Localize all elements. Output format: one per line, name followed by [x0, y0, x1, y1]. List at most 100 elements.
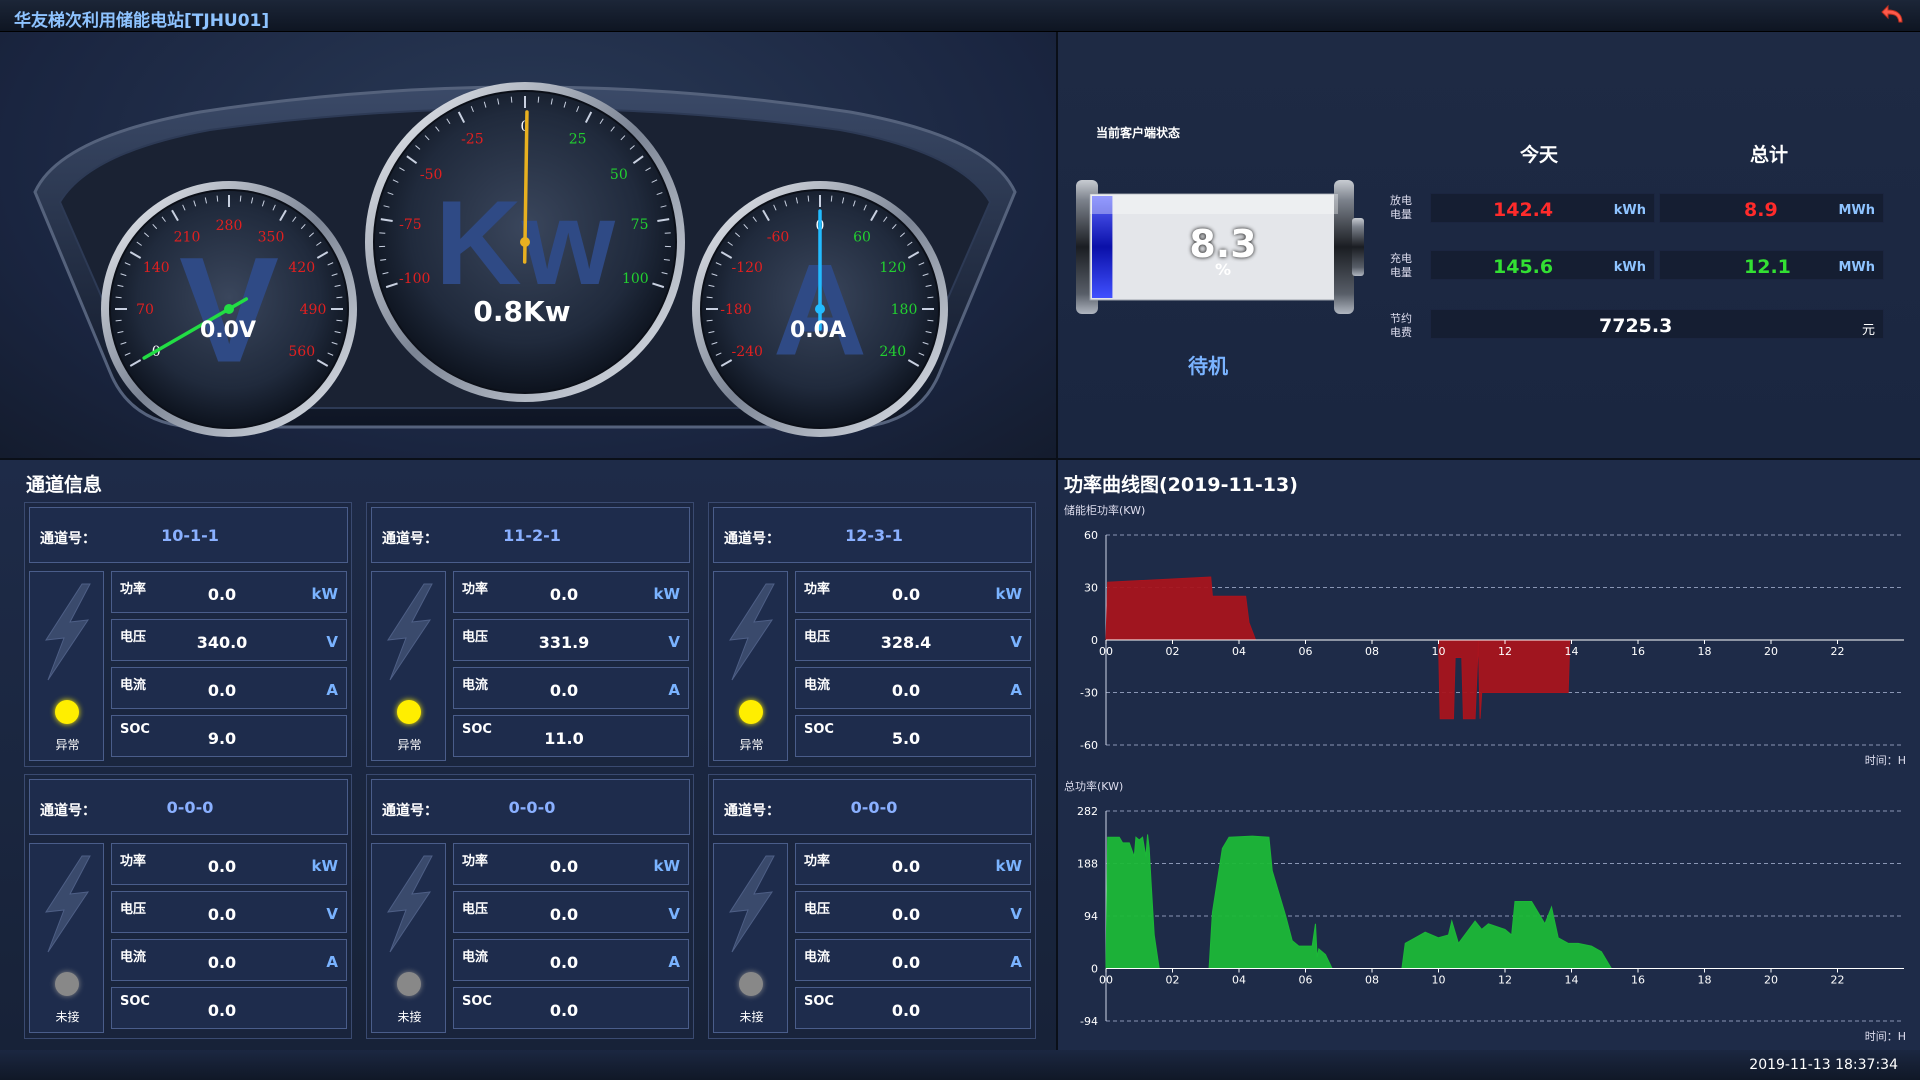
power-gauge-tick-label: -25	[461, 132, 484, 148]
channel-current-label: 电流	[804, 950, 831, 965]
channel-number-value: 10-1-1	[161, 526, 219, 545]
discharge-total-box: 8.9 MWh	[1659, 193, 1884, 223]
chart2-xtick-label: 20	[1764, 974, 1778, 987]
channel-current-row: 电流 0.0 A	[453, 667, 689, 709]
chart2-ytick-label: 94	[1084, 910, 1098, 923]
channel-voltage-row: 电压 331.9 V	[453, 619, 689, 661]
current-gauge-tick-label: -120	[732, 260, 763, 276]
channel-current-unit: A	[326, 953, 338, 971]
chart2-xtick-label: 04	[1232, 974, 1246, 987]
channel-soc-label: SOC	[120, 994, 150, 1009]
chart-panel: 功率曲线图(2019-11-13) 储能柜功率(KW) 60 30 0 -30 -60 0…	[1058, 460, 1920, 1050]
channel-power-unit: kW	[653, 857, 680, 875]
channel-voltage-value: 0.0	[549, 905, 579, 924]
lightning-icon	[387, 583, 433, 681]
chart1-ytick-label: 30	[1084, 582, 1098, 595]
channel-current-value: 0.0	[549, 953, 579, 972]
chart1-ylabel: 储能柜功率(KW)	[1064, 504, 1146, 517]
chart2-xtick-label: 22	[1831, 974, 1845, 987]
current-gauge-tick-label: 180	[891, 302, 918, 318]
channel-current-label: 电流	[462, 950, 489, 965]
channel-header: 通道号： 0-0-0	[29, 779, 348, 835]
status-indicator-dot	[55, 972, 79, 996]
chart1-xtick-label: 06	[1299, 645, 1313, 658]
chart1-xlabel: 时间：H	[1864, 754, 1906, 767]
channel-number-label: 通道号：	[382, 803, 438, 819]
channel-current-unit: A	[1010, 681, 1022, 699]
channel-status-text: 未接	[739, 1010, 764, 1024]
back-arrow-icon[interactable]	[1880, 2, 1910, 30]
channel-soc-value: 0.0	[207, 1001, 237, 1020]
charge-today-value: 145.6	[1493, 256, 1554, 278]
current-gauge-needle-hub	[815, 304, 825, 314]
channel-power-label: 功率	[120, 854, 147, 869]
channel-section-title: 通道信息	[26, 474, 103, 496]
channel-status-box: 未接	[29, 843, 104, 1033]
lightning-icon	[729, 855, 775, 953]
chart1-ytick-label: 60	[1084, 529, 1098, 542]
channel-voltage-value: 0.0	[891, 905, 921, 924]
status-indicator-dot	[739, 972, 763, 996]
power-gauge-needle-hub	[520, 237, 530, 247]
channel-status-box: 未接	[371, 843, 446, 1033]
chart2-xtick-label: 08	[1365, 974, 1379, 987]
current-readout: 0.0A	[790, 318, 846, 343]
channel-current-label: 电流	[804, 678, 831, 693]
channel-voltage-label: 电压	[462, 630, 489, 645]
channel-voltage-unit: V	[668, 633, 680, 651]
channel-soc-row: SOC 5.0	[795, 715, 1031, 757]
channel-voltage-label: 电压	[120, 630, 147, 645]
channel-card: 通道号： 0-0-0 未接 功率 0.0 kW 电压 0.0 V 电流 0.0 A SOC 0.0	[24, 774, 352, 1039]
chart1-xtick-label: 22	[1831, 645, 1845, 658]
chart2-ylabel: 总功率(KW)	[1064, 780, 1124, 793]
voltage-gauge-tick-label: 490	[300, 302, 327, 318]
charge-label: 充电电量	[1390, 252, 1412, 279]
channel-current-label: 电流	[462, 678, 489, 693]
vertical-divider	[1056, 32, 1058, 1050]
footer-datetime: 2019-11-13 18:37:34	[1749, 1057, 1898, 1073]
channel-voltage-value: 0.0	[207, 905, 237, 924]
channel-number-label: 通道号：	[724, 531, 780, 547]
channel-status-text: 异常	[55, 738, 80, 752]
channel-soc-label: SOC	[462, 722, 492, 737]
channel-soc-row: SOC 0.0	[795, 987, 1031, 1029]
channel-voltage-label: 电压	[120, 902, 147, 917]
chart-section-title: 功率曲线图(2019-11-13)	[1064, 474, 1298, 496]
chart-storage-power: 60 30 0 -30 -60 00 02 04 06 08 10 12 14 16 18 20 22	[1080, 529, 1904, 752]
chart1-xtick-label: 12	[1498, 645, 1512, 658]
channel-status-box: 未接	[713, 843, 788, 1033]
charge-today-box: 145.6 kWh	[1430, 250, 1655, 280]
channel-power-row: 功率 0.0 kW	[453, 571, 689, 613]
chart2-xtick-label: 10	[1432, 974, 1446, 987]
channel-status-text: 异常	[739, 738, 764, 752]
channel-status-text: 未接	[397, 1010, 422, 1024]
channel-power-label: 功率	[462, 582, 489, 597]
channel-power-label: 功率	[804, 854, 831, 869]
channel-power-value: 0.0	[891, 585, 921, 604]
chart1-xtick-label: 10	[1432, 645, 1446, 658]
discharge-today-value: 142.4	[1493, 199, 1554, 221]
channel-number-label: 通道号：	[40, 531, 96, 547]
voltage-gauge-tick-label: 560	[288, 344, 315, 360]
channel-voltage-unit: V	[668, 905, 680, 923]
current-gauge-tick-label: -60	[767, 229, 790, 245]
channel-voltage-label: 电压	[462, 902, 489, 917]
current-gauge-tick-label: -240	[732, 344, 763, 360]
channel-power-label: 功率	[120, 582, 147, 597]
power-gauge-tick-label: 50	[610, 167, 628, 183]
power-gauge-tick-label: -50	[420, 167, 443, 183]
power-gauge-tick-label: -100	[399, 271, 430, 287]
channel-power-value: 0.0	[549, 585, 579, 604]
channel-current-row: 电流 0.0 A	[795, 667, 1031, 709]
savings-value: 7725.3	[1599, 315, 1673, 337]
channel-header: 通道号： 0-0-0	[371, 779, 690, 835]
chart1-xtick-label: 16	[1631, 645, 1645, 658]
channel-number-value: 0-0-0	[850, 798, 898, 817]
channel-soc-row: SOC 0.0	[111, 987, 347, 1029]
dashboard-svg: V070140210280350420490560 Kw-100-75-50-2…	[33, 82, 1017, 437]
chart1-xtick-label: 14	[1565, 645, 1579, 658]
lightning-icon	[45, 583, 91, 681]
chart2-xlabel: 时间：H	[1864, 1030, 1906, 1043]
status-indicator-dot	[55, 700, 79, 724]
chart1-xtick-label: 18	[1698, 645, 1712, 658]
